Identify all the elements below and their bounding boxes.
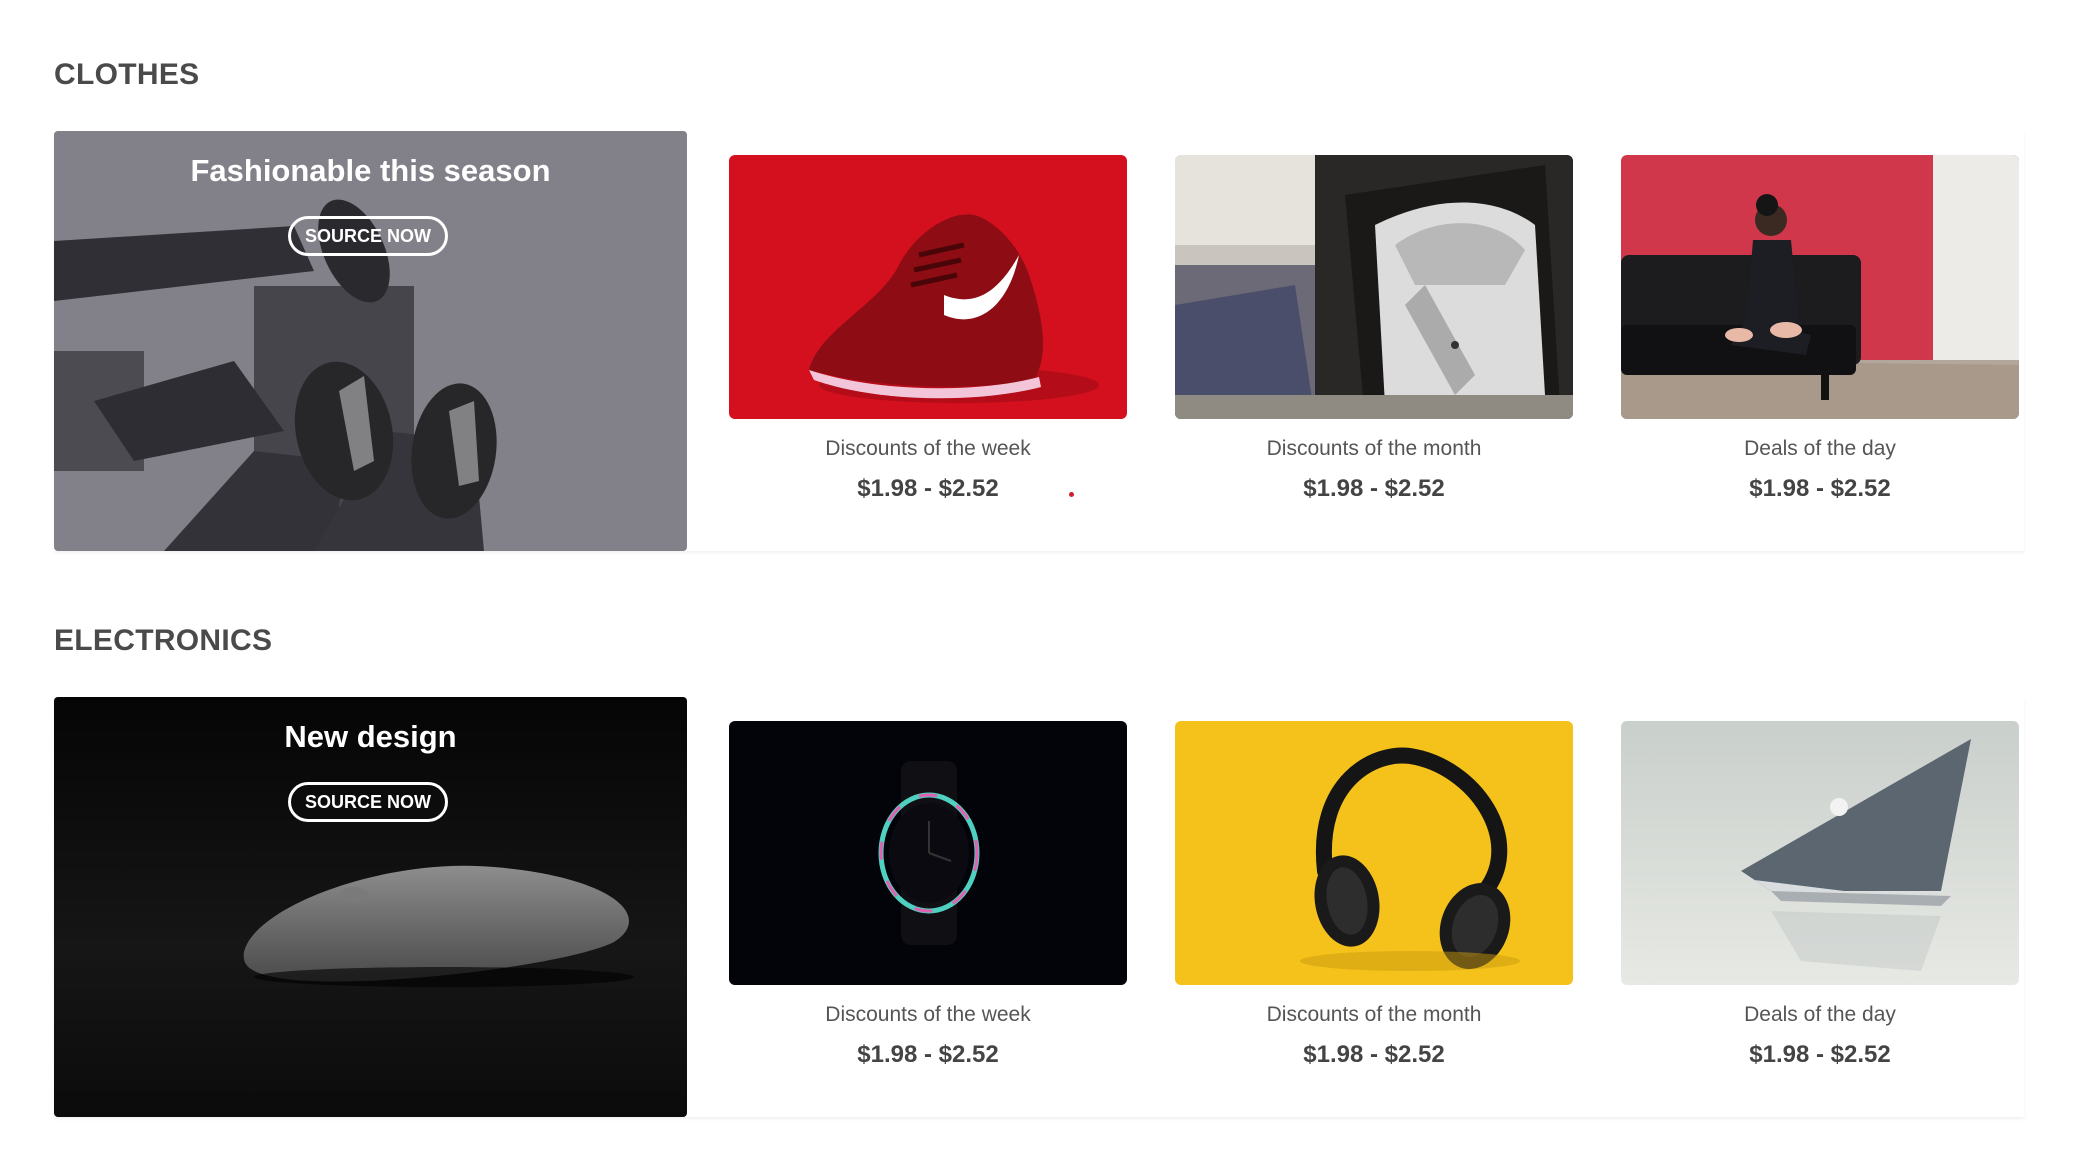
- section-title-clothes: CLOTHES: [54, 58, 200, 91]
- product-card[interactable]: Deals of the day $1.98 - $2.52: [1621, 155, 2019, 535]
- product-card[interactable]: Deals of the day $1.98 - $2.52: [1621, 721, 2019, 1101]
- category-row-clothes: Fashionable this season SOURCE NOW Disco…: [54, 131, 2024, 551]
- laptop-image: [1621, 721, 2019, 985]
- shirt-box-image: [1175, 155, 1573, 419]
- product-thumbnail[interactable]: [1175, 155, 1573, 419]
- category-banner-clothes[interactable]: Fashionable this season SOURCE NOW: [54, 131, 687, 551]
- card-price: $1.98 - $2.52: [857, 475, 999, 502]
- product-thumbnail[interactable]: [729, 155, 1127, 419]
- card-price: $1.98 - $2.52: [1749, 475, 1891, 502]
- product-card[interactable]: Discounts of the month $1.98 - $2.52: [1175, 721, 1573, 1101]
- banner-title: New design: [284, 719, 457, 754]
- card-price: $1.98 - $2.52: [1303, 475, 1445, 502]
- red-sneaker-image: [729, 155, 1127, 419]
- card-price: $1.98 - $2.52: [857, 1041, 999, 1068]
- product-card[interactable]: Discounts of the week $1.98 - $2.52: [729, 155, 1127, 535]
- product-thumbnail[interactable]: [1621, 721, 2019, 985]
- card-caption: Deals of the day: [1744, 1003, 1896, 1026]
- card-caption: Discounts of the month: [1266, 437, 1482, 460]
- category-row-electronics: New design SOURCE NOW Discounts of the w…: [54, 697, 2024, 1117]
- woman-on-sofa-image: [1621, 155, 2019, 419]
- card-caption: Discounts of the month: [1266, 1003, 1482, 1026]
- product-card[interactable]: Discounts of the week $1.98 - $2.52: [729, 721, 1127, 1101]
- product-thumbnail[interactable]: [729, 721, 1127, 985]
- product-thumbnail[interactable]: [1175, 721, 1573, 985]
- card-caption: Discounts of the week: [825, 437, 1031, 460]
- product-card[interactable]: Discounts of the month $1.98 - $2.52: [1175, 155, 1573, 535]
- magic-mouse-image: [54, 697, 687, 1117]
- section-title-electronics: ELECTRONICS: [54, 624, 273, 657]
- sneakers-feet-image: [54, 131, 687, 551]
- watch-image: [729, 721, 1127, 985]
- headphones-image: [1175, 721, 1573, 985]
- category-banner-electronics[interactable]: New design SOURCE NOW: [54, 697, 687, 1117]
- card-price: $1.98 - $2.52: [1749, 1041, 1891, 1068]
- card-price: $1.98 - $2.52: [1303, 1041, 1445, 1068]
- banner-title: Fashionable this season: [190, 153, 551, 188]
- card-caption: Deals of the day: [1744, 437, 1896, 460]
- carousel-indicator-dot: [1069, 492, 1074, 497]
- source-now-button[interactable]: SOURCE NOW: [288, 216, 448, 256]
- product-thumbnail[interactable]: [1621, 155, 2019, 419]
- card-caption: Discounts of the week: [825, 1003, 1031, 1026]
- source-now-button[interactable]: SOURCE NOW: [288, 782, 448, 822]
